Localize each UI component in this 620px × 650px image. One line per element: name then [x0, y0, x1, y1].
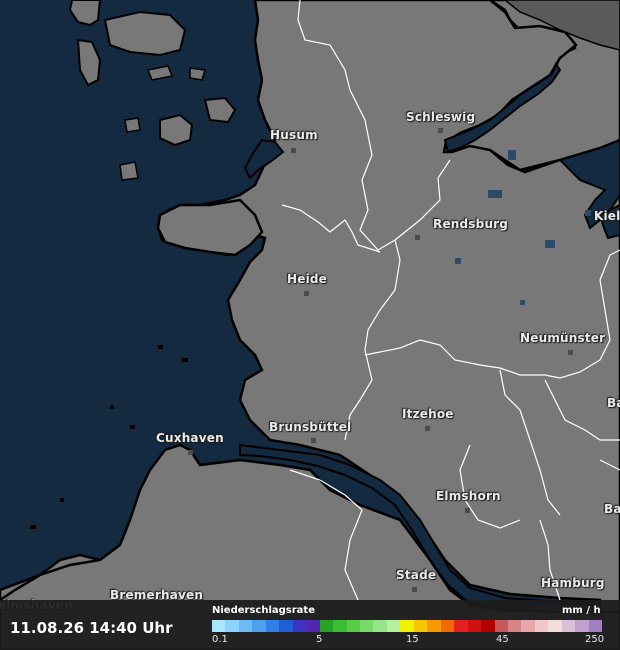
legend-swatch [333, 620, 347, 632]
island-hallig-2 [124, 117, 141, 133]
legend-swatch [386, 620, 401, 632]
island-hallig-3 [119, 161, 139, 181]
city-label-cuxhaven[interactable]: Cuxhaven [156, 431, 224, 445]
legend-title: Niederschlagsrate [212, 605, 315, 616]
radar-map-view: Husum Schleswig Rendsburg Heide Neumünst… [0, 0, 620, 650]
legend-swatch [306, 620, 320, 632]
legend-swatch [346, 620, 360, 632]
bottom-info-bar: 11.08.26 14:40 Uhr Niederschlagsrate mm … [0, 600, 620, 650]
legend-tick-15: 15 [406, 634, 419, 645]
legend-swatch [440, 620, 455, 632]
city-label-rendsburg[interactable]: Rendsburg [433, 217, 508, 231]
map-canvas[interactable] [0, 0, 620, 650]
city-dot-heide [304, 291, 309, 296]
city-dot-cuxhaven [188, 450, 193, 455]
legend-swatch [319, 620, 334, 632]
city-label-heide[interactable]: Heide [287, 272, 327, 286]
legend-swatch [454, 620, 468, 632]
legend-swatch [507, 620, 522, 632]
city-label-stade[interactable]: Stade [396, 568, 436, 582]
city-label-itzehoe[interactable]: Itzehoe [402, 407, 454, 421]
legend-swatch [588, 620, 603, 632]
legend-swatch [292, 620, 307, 632]
city-dot-itzehoe [425, 426, 430, 431]
legend-swatch [575, 620, 589, 632]
legend-unit: mm / h [562, 605, 601, 616]
radar-timestamp: 11.08.26 14:40 Uhr [10, 619, 173, 637]
legend-swatch [521, 620, 535, 632]
city-dot-husum [291, 148, 296, 153]
city-dot-neumuenster [568, 350, 573, 355]
legend-tick-45: 45 [496, 634, 509, 645]
legend-swatch [494, 620, 508, 632]
city-dot-brunsbuettel [311, 438, 316, 443]
precipitation-color-scale [212, 620, 603, 632]
city-dot-stade [412, 587, 417, 592]
legend-swatch [373, 620, 387, 632]
legend-swatch [359, 620, 374, 632]
legend-swatch [467, 620, 482, 632]
city-label-hamburg[interactable]: Hamburg [541, 576, 605, 590]
city-label-bargteheide[interactable]: Ba [604, 502, 620, 516]
city-dot-elmshorn [465, 508, 470, 513]
legend-swatch [265, 620, 280, 632]
city-label-brunsbuettel[interactable]: Brunsbüttel [269, 420, 351, 434]
legend-swatch [534, 620, 549, 632]
legend-tick-0-1: 0.1 [212, 634, 228, 645]
legend-swatch [548, 620, 562, 632]
legend-swatch [400, 620, 414, 632]
city-label-husum[interactable]: Husum [270, 128, 318, 142]
legend-swatch [252, 620, 266, 632]
legend-swatch [561, 620, 576, 632]
city-label-elmshorn[interactable]: Elmshorn [436, 489, 501, 503]
city-dot-schleswig [438, 128, 443, 133]
city-label-neumuenster[interactable]: Neumünster [520, 331, 605, 345]
legend-swatch [238, 620, 253, 632]
city-label-bad-segeberg[interactable]: Ba [607, 396, 620, 410]
legend-swatch [212, 620, 226, 632]
legend-swatch [481, 620, 495, 632]
city-label-schleswig[interactable]: Schleswig [406, 110, 475, 124]
city-dot-rendsburg [415, 235, 420, 240]
legend-swatch [279, 620, 293, 632]
legend-tick-5: 5 [316, 634, 323, 645]
legend-swatch [413, 620, 428, 632]
legend-swatch [225, 620, 239, 632]
legend-tick-250: 250 [585, 634, 605, 645]
city-label-kiel[interactable]: Kiel [594, 209, 620, 223]
legend-swatch [427, 620, 441, 632]
island-hallig-4 [189, 67, 206, 81]
